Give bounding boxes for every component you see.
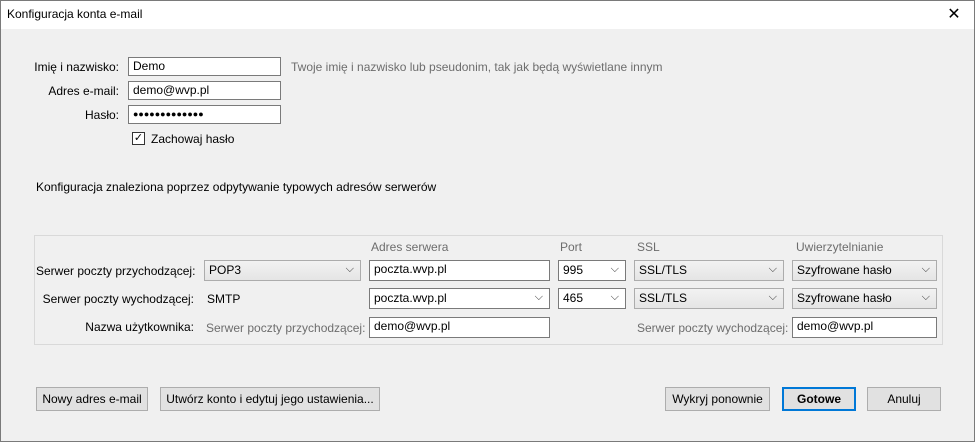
new-email-button[interactable]: Nowy adres e-mail [36, 387, 148, 411]
name-label: Imię i nazwisko: [34, 60, 119, 74]
incoming-port-value: 995 [563, 263, 584, 277]
chevron-down-icon: ⌵ [534, 291, 543, 303]
incoming-auth-value: Szyfrowane hasło [797, 263, 892, 277]
password-label: Hasło: [84, 108, 119, 122]
check-icon: ✓ [133, 132, 144, 144]
column-header-address: Adres serwera [371, 240, 449, 254]
redetect-button[interactable]: Wykryj ponownie [665, 387, 770, 411]
incoming-ssl-value: SSL/TLS [639, 263, 688, 277]
incoming-username-field[interactable]: demo@wvp.pl [369, 317, 550, 338]
close-button[interactable]: ✕ [942, 3, 966, 25]
cancel-button[interactable]: Anuluj [867, 387, 941, 411]
email-label: Adres e-mail: [48, 84, 119, 98]
chevron-down-icon: ⌵ [921, 291, 930, 303]
outgoing-address-value: poczta.wvp.pl [374, 291, 447, 305]
incoming-port-combo[interactable]: 995 ⌵ [558, 260, 626, 281]
account-setup-dialog: Konfiguracja konta e-mail ✕ Imię i nazwi… [0, 0, 975, 442]
remember-password-label[interactable]: Zachowaj hasło [151, 132, 234, 146]
incoming-address-field[interactable]: poczta.wvp.pl [369, 260, 550, 281]
username-outgoing-label: Serwer poczty wychodzącej: [637, 321, 789, 335]
incoming-server-label: Serwer poczty przychodzącej: [36, 264, 196, 278]
chevron-down-icon: ⌵ [610, 291, 619, 303]
outgoing-port-combo[interactable]: 465 ⌵ [558, 288, 626, 309]
outgoing-server-label: Serwer poczty wychodzącej: [42, 292, 194, 306]
username-incoming-label: Serwer poczty przychodzącej: [206, 321, 366, 335]
outgoing-ssl-value: SSL/TLS [639, 291, 688, 305]
name-field[interactable]: Demo [128, 57, 281, 76]
status-message: Konfiguracja znaleziona poprzez odpytywa… [36, 180, 437, 194]
remember-password-checkbox[interactable]: ✓ [132, 132, 145, 145]
outgoing-auth-value: Szyfrowane hasło [797, 291, 892, 305]
chevron-down-icon: ⌵ [921, 263, 930, 275]
outgoing-address-combo[interactable]: poczta.wvp.pl ⌵ [369, 288, 550, 309]
column-header-ssl: SSL [637, 240, 660, 254]
name-hint: Twoje imię i nazwisko lub pseudonim, tak… [291, 60, 663, 74]
outgoing-ssl-select[interactable]: SSL/TLS ⌵ [634, 288, 784, 309]
chevron-down-icon: ⌵ [610, 263, 619, 275]
chevron-down-icon: ⌵ [768, 263, 777, 275]
outgoing-port-value: 465 [563, 291, 584, 305]
window-title: Konfiguracja konta e-mail [7, 7, 143, 21]
password-field[interactable]: ●●●●●●●●●●●●● [128, 105, 281, 124]
create-and-edit-button[interactable]: Utwórz konto i edytuj jego ustawienia... [160, 387, 380, 411]
incoming-protocol-value: POP3 [209, 263, 242, 277]
outgoing-protocol-value: SMTP [207, 292, 241, 306]
incoming-ssl-select[interactable]: SSL/TLS ⌵ [634, 260, 784, 281]
chevron-down-icon: ⌵ [768, 291, 777, 303]
username-label: Nazwa użytkownika: [85, 320, 194, 334]
title-bar: Konfiguracja konta e-mail ✕ [1, 1, 974, 29]
chevron-down-icon: ⌵ [345, 263, 354, 275]
email-field[interactable]: demo@wvp.pl [128, 81, 281, 100]
done-button[interactable]: Gotowe [782, 387, 856, 411]
incoming-protocol-select[interactable]: POP3 ⌵ [204, 260, 361, 281]
incoming-auth-select[interactable]: Szyfrowane hasło ⌵ [792, 260, 937, 281]
column-header-port: Port [560, 240, 583, 254]
close-icon: ✕ [947, 6, 961, 23]
outgoing-username-field[interactable]: demo@wvp.pl [792, 317, 937, 338]
column-header-auth: Uwierzytelnianie [796, 240, 884, 254]
outgoing-auth-select[interactable]: Szyfrowane hasło ⌵ [792, 288, 937, 309]
